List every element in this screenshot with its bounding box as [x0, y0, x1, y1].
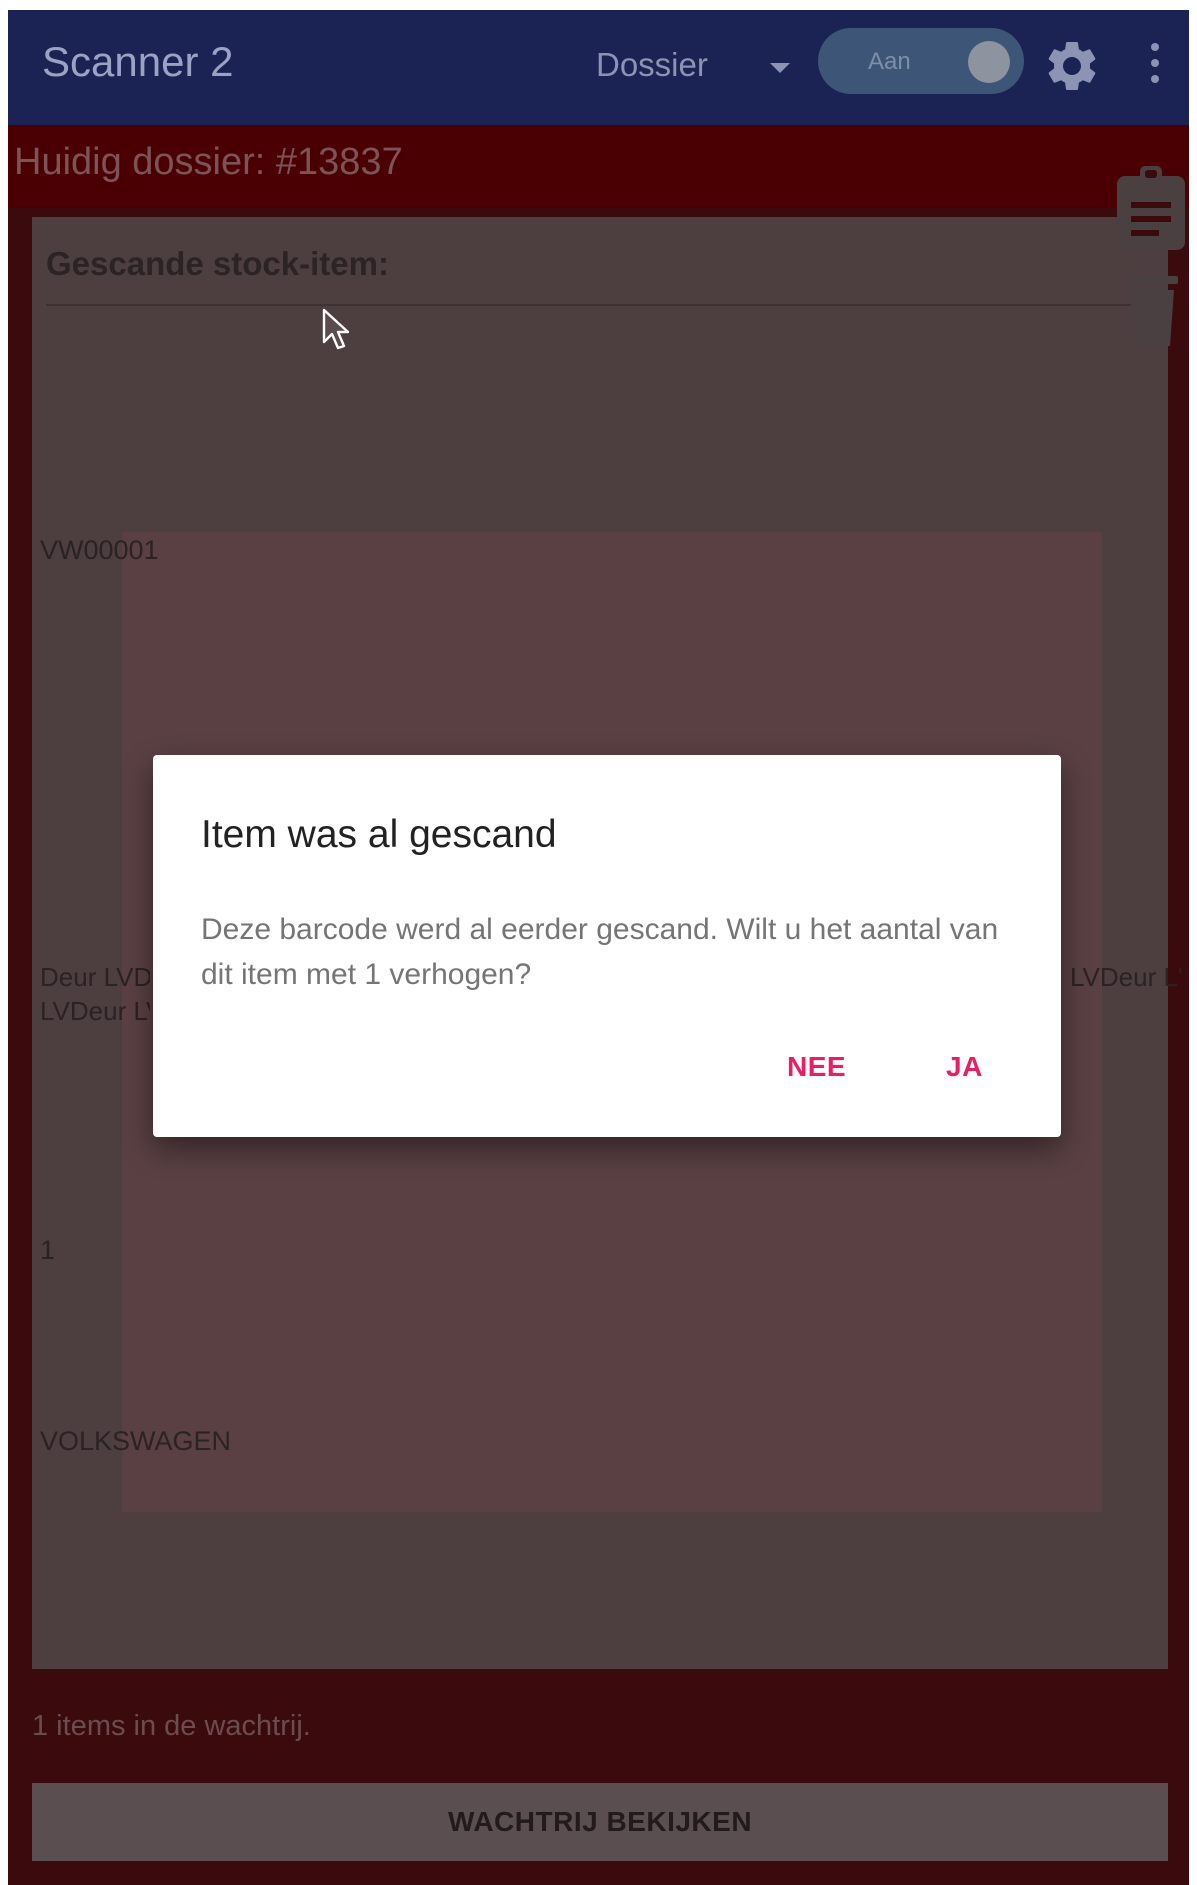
scanner-toggle[interactable]: Aan [818, 28, 1024, 94]
item-description: Deur LVD LVDeur LV [40, 960, 150, 1028]
already-scanned-dialog: Item was al gescand Deze barcode werd al… [153, 755, 1061, 1137]
dropdown-caret-icon [770, 63, 790, 73]
mode-dropdown-label: Dossier [596, 46, 708, 83]
gear-icon[interactable] [1042, 36, 1102, 96]
mouse-cursor-icon [322, 308, 350, 350]
toggle-knob [968, 41, 1010, 83]
no-button[interactable]: NEE [787, 1051, 846, 1083]
view-queue-button[interactable]: WACHTRIJ BEKIJKEN [32, 1783, 1168, 1861]
item-quantity: 1 [40, 1235, 56, 1265]
app-bar: Scanner 2 Dossier Aan [8, 10, 1189, 125]
more-vert-icon[interactable] [1138, 38, 1172, 90]
item-brand: VOLKSWAGEN [40, 1426, 232, 1456]
dialog-title: Item was al gescand [201, 813, 557, 856]
yes-button[interactable]: JA [946, 1051, 983, 1083]
item-code: VW00001 [40, 535, 159, 565]
current-dossier-bar: Huidig dossier: #13837 [8, 125, 1189, 208]
card-divider [46, 304, 1152, 306]
item-description-line-1: Deur LVD [40, 962, 150, 992]
item-description-overflow: LVDeur L' [1070, 962, 1183, 992]
item-description-line-2: LVDeur LV [40, 996, 150, 1026]
card-title: Gescande stock-item: [46, 245, 389, 282]
app-title: Scanner 2 [42, 38, 234, 85]
clipboard-icon[interactable] [1113, 162, 1189, 254]
current-dossier-label: Huidig dossier: #13837 [14, 141, 403, 183]
mode-dropdown[interactable]: Dossier [596, 40, 796, 90]
toggle-label: Aan [868, 48, 911, 75]
queue-status: 1 items in de wachtrij. [32, 1710, 311, 1742]
dialog-message: Deze barcode werd al eerder gescand. Wil… [201, 913, 999, 991]
trash-icon[interactable] [1124, 266, 1180, 350]
